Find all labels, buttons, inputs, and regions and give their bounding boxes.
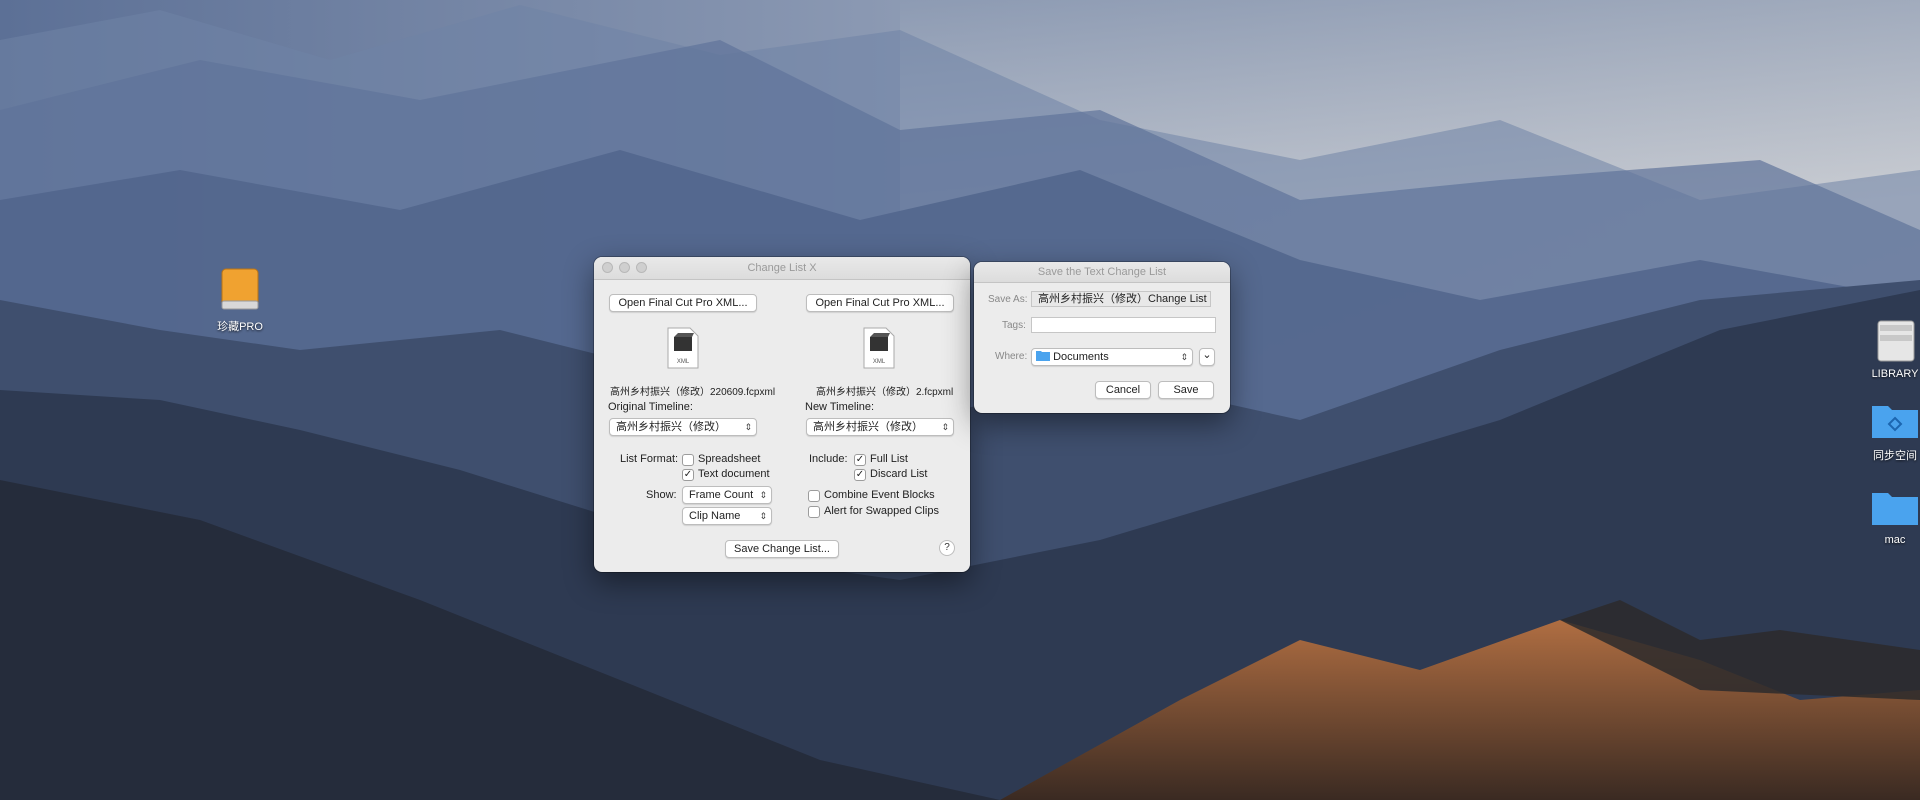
folder-icon [1872,493,1918,525]
tags-input[interactable] [1031,317,1216,333]
help-button[interactable]: ? [939,540,955,556]
xml-file-icon: XML [863,327,895,369]
new-timeline-popup[interactable]: 高州乡村振兴（修改） ⇕ [806,418,954,436]
desktop-icon-label: 珍藏PRO [217,321,263,333]
alert-swapped-clips-checkbox[interactable] [808,506,820,518]
open-new-xml-button[interactable]: Open Final Cut Pro XML... [806,294,954,312]
show-popup-secondary[interactable]: Clip Name ⇕ [682,507,772,525]
show-popup-primary[interactable]: Frame Count ⇕ [682,486,772,504]
desktop-icon-library[interactable]: LIBRARY [1840,315,1920,380]
where-popup[interactable]: Documents ⇕ [1031,348,1193,366]
original-timeline-label: Original Timeline: [608,401,693,413]
discard-list-label: Discard List [870,468,928,480]
original-timeline-popup[interactable]: 高州乡村振兴（修改） ⇕ [609,418,757,436]
expand-dialog-button[interactable]: ⌄ [1199,348,1215,366]
desktop-icon-label: mac [1884,534,1906,546]
original-file-name: 高州乡村振兴（修改）220609.fcpxml [610,387,776,398]
dialog-titlebar[interactable]: Save the Text Change List [974,262,1230,283]
save-as-label: Save As: [988,294,1028,305]
desktop-icon-drive[interactable]: 珍藏PRO [185,265,295,334]
open-original-xml-button[interactable]: Open Final Cut Pro XML... [609,294,757,312]
new-timeline-label: New Timeline: [805,401,875,413]
xml-badge: XML [873,359,886,365]
list-format-label: List Format: [620,453,679,465]
traffic-lights [602,262,647,273]
save-as-input[interactable]: 高州乡村振兴（修改）Change List [1031,291,1211,307]
dialog-title: Save the Text Change List [1037,266,1167,278]
xml-badge: XML [677,359,690,365]
full-list-label: Full List [870,453,908,465]
popup-arrows-icon: ⇕ [1180,352,1188,362]
external-drive-icon [221,268,259,310]
change-list-window: Change List X Open Final Cut Pro XML... … [594,257,970,572]
original-timeline-value: 高州乡村振兴（修改） [616,421,726,433]
spreadsheet-label: Spreadsheet [698,453,761,465]
where-value: Documents [1053,351,1109,363]
folder-icon [1872,406,1918,438]
minimize-button[interactable] [619,262,630,273]
show-label: Show: [646,489,677,501]
close-button[interactable] [602,262,613,273]
zoom-button[interactable] [636,262,647,273]
xml-file-icon: XML [667,327,699,369]
spreadsheet-checkbox[interactable] [682,454,694,466]
show-value: Frame Count [689,489,754,501]
popup-arrows-icon: ⇕ [759,490,767,500]
popup-arrows-icon: ⇕ [941,422,949,432]
window-titlebar[interactable]: Change List X [594,257,970,280]
text-document-label: Text document [698,468,770,480]
server-icon [1877,320,1915,362]
cancel-button[interactable]: Cancel [1095,381,1151,399]
desktop-icon-label: LIBRARY [1871,368,1919,380]
combine-event-blocks-checkbox[interactable] [808,490,820,502]
full-list-checkbox[interactable]: ✓ [854,454,866,466]
text-document-checkbox[interactable]: ✓ [682,469,694,481]
show-value: Clip Name [689,510,741,522]
alert-swapped-clips-label: Alert for Swapped Clips [824,505,939,517]
window-title: Change List X [747,262,817,274]
popup-arrows-icon: ⇕ [759,511,767,521]
desktop-icon-label: 同步空间 [1873,450,1917,462]
new-timeline-value: 高州乡村振兴（修改） [813,421,923,433]
include-label: Include: [809,453,848,465]
desktop-icon-sync-space[interactable]: 同步空间 [1840,398,1920,463]
tags-label: Tags: [1002,320,1026,331]
save-change-list-button[interactable]: Save Change List... [725,540,839,558]
popup-arrows-icon: ⇕ [744,422,752,432]
save-button[interactable]: Save [1158,381,1214,399]
new-file-name: 高州乡村振兴（修改）2.fcpxml [816,387,954,398]
save-dialog: Save the Text Change List Save As: 高州乡村振… [974,262,1230,413]
folder-icon [1036,351,1050,361]
desktop-icon-mac[interactable]: mac [1840,485,1920,546]
where-label: Where: [995,351,1028,362]
combine-event-blocks-label: Combine Event Blocks [824,489,935,501]
discard-list-checkbox[interactable]: ✓ [854,469,866,481]
